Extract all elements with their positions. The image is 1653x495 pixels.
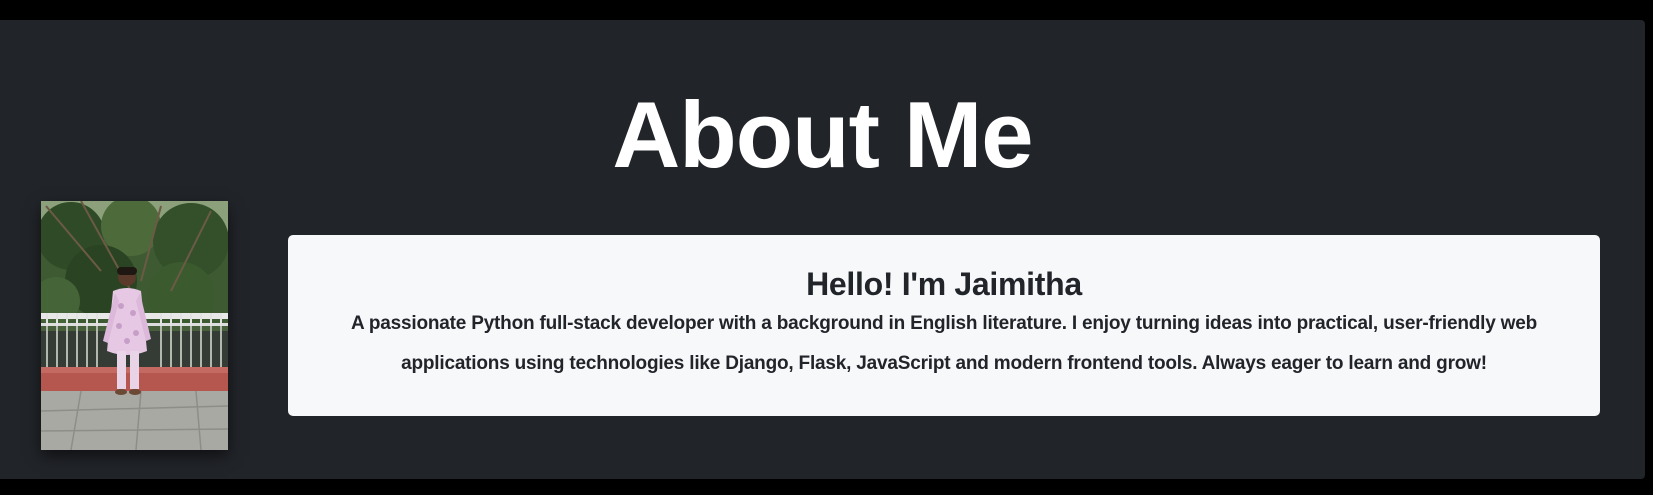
intro-card: Hello! I'm Jaimitha A passionate Python … [288,235,1600,416]
intro-description: A passionate Python full-stack developer… [350,313,1538,374]
profile-photo [41,201,228,450]
about-section: About Me Hello! I'm Jaimitha A passionat… [0,20,1645,479]
page-title: About Me [612,82,1033,187]
intro-heading: Hello! I'm Jaimitha [806,266,1082,302]
